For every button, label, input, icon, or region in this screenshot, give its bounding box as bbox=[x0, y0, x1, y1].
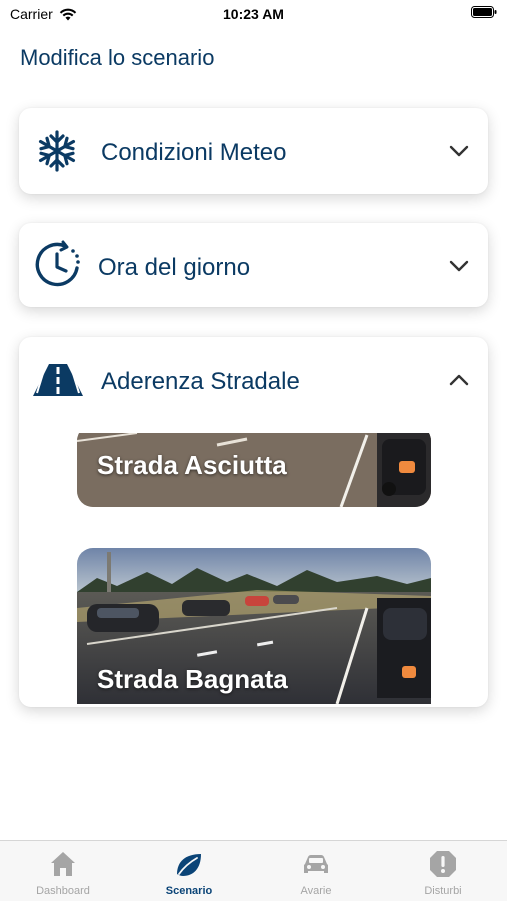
time-section-card: Ora del giorno bbox=[19, 223, 488, 307]
chevron-up-icon bbox=[449, 374, 469, 386]
tab-label-avarie: Avarie bbox=[300, 885, 332, 897]
status-time: 10:23 AM bbox=[223, 6, 284, 22]
road-section-title: Aderenza Stradale bbox=[101, 368, 300, 395]
leaf-icon bbox=[177, 854, 201, 876]
road-icon bbox=[33, 364, 83, 396]
weather-section-header[interactable]: Condizioni Meteo bbox=[19, 108, 488, 194]
dry-road-option[interactable]: Strada Asciutta bbox=[77, 433, 431, 507]
dry-road-label: Strada Asciutta bbox=[97, 450, 287, 480]
tab-dashboard[interactable]: Dashboard bbox=[0, 841, 126, 901]
car-icon bbox=[304, 855, 328, 873]
tab-scenario[interactable]: Scenario bbox=[126, 841, 252, 901]
road-section-card: Aderenza Stradale Strada Asciutta Strada… bbox=[19, 337, 488, 707]
road-section-header[interactable]: Aderenza Stradale bbox=[19, 337, 488, 423]
tab-label-dashboard: Dashboard bbox=[36, 885, 90, 897]
home-icon bbox=[51, 852, 75, 876]
tab-bar: Dashboard Scenario Avarie Disturbi bbox=[0, 840, 507, 901]
wet-road-option[interactable]: Strada Bagnata bbox=[77, 548, 431, 704]
battery-icon bbox=[471, 6, 497, 18]
weather-section-title: Condizioni Meteo bbox=[101, 139, 287, 166]
time-section-title: Ora del giorno bbox=[98, 254, 251, 281]
wet-road-label: Strada Bagnata bbox=[97, 664, 288, 694]
time-section-header[interactable]: Ora del giorno bbox=[19, 223, 488, 309]
tab-label-scenario: Scenario bbox=[165, 885, 213, 897]
clock-icon bbox=[35, 240, 80, 287]
page-title: Modifica lo scenario bbox=[20, 45, 215, 70]
chevron-down-icon bbox=[449, 260, 469, 272]
chevron-down-icon bbox=[449, 145, 469, 157]
status-bar: Carrier 10:23 AM bbox=[0, 0, 507, 30]
tab-disturbi[interactable]: Disturbi bbox=[380, 841, 506, 901]
road-options-list[interactable]: Strada Asciutta Strada Bagnata bbox=[77, 433, 431, 704]
alert-icon bbox=[430, 851, 456, 877]
tab-label-disturbi: Disturbi bbox=[424, 885, 462, 897]
tab-avarie[interactable]: Avarie bbox=[253, 841, 379, 901]
weather-section-card: Condizioni Meteo bbox=[19, 108, 488, 194]
snowflake-icon bbox=[38, 130, 76, 172]
